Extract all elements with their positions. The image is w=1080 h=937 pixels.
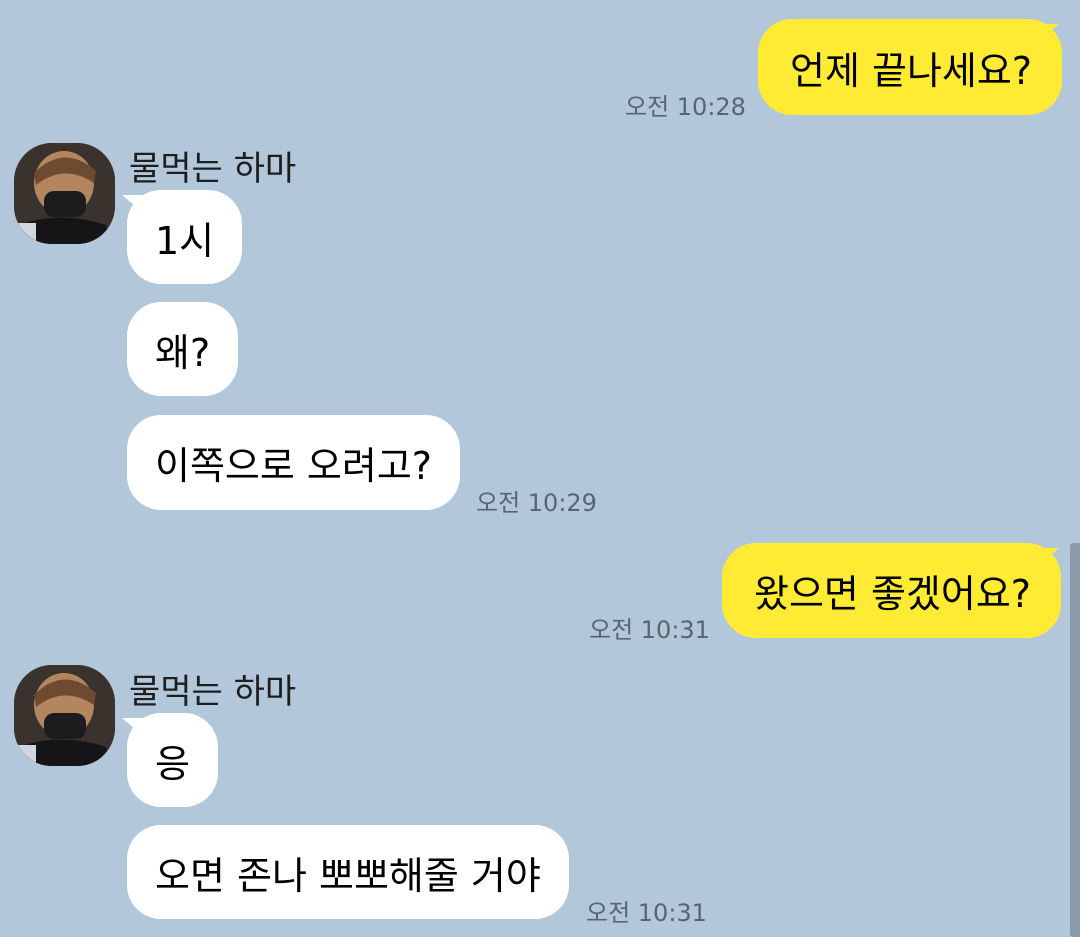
message-text: 응	[155, 741, 190, 786]
outgoing-message-bubble[interactable]: 왔으면 좋겠어요?	[722, 543, 1061, 638]
scrollbar[interactable]	[1070, 543, 1080, 937]
message-text: 왔으면 좋겠어요?	[754, 572, 1031, 616]
incoming-message-bubble[interactable]: 오면 존나 뽀뽀해줄 거야	[127, 825, 569, 919]
message-timestamp: 오전 10:28	[625, 93, 746, 121]
sender-avatar[interactable]	[14, 143, 115, 244]
incoming-message-bubble[interactable]: 응	[127, 713, 218, 807]
incoming-message-bubble[interactable]: 이쪽으로 오려고?	[127, 415, 460, 510]
incoming-message-bubble[interactable]: 왜?	[127, 302, 239, 396]
message-text: 1시	[155, 218, 215, 263]
bubble-tail	[1033, 24, 1059, 46]
message-text: 이쪽으로 오려고?	[155, 444, 432, 488]
profile-photo-icon	[14, 665, 115, 766]
message-timestamp: 오전 10:31	[586, 899, 707, 927]
bubble-tail	[1033, 548, 1059, 570]
sender-name: 물먹는 하마	[129, 149, 297, 189]
profile-photo-icon	[14, 143, 115, 244]
incoming-message-bubble[interactable]: 1시	[127, 190, 243, 284]
message-timestamp: 오전 10:31	[589, 616, 710, 644]
sender-name: 물먹는 하마	[129, 672, 297, 712]
message-timestamp: 오전 10:29	[476, 489, 597, 517]
message-text: 언제 끝나세요?	[790, 48, 1033, 93]
outgoing-message-bubble[interactable]: 언제 끝나세요?	[758, 19, 1063, 115]
sender-avatar[interactable]	[14, 665, 115, 766]
message-text: 오면 존나 뽀뽀해줄 거야	[155, 853, 541, 898]
message-text: 왜?	[155, 330, 211, 375]
